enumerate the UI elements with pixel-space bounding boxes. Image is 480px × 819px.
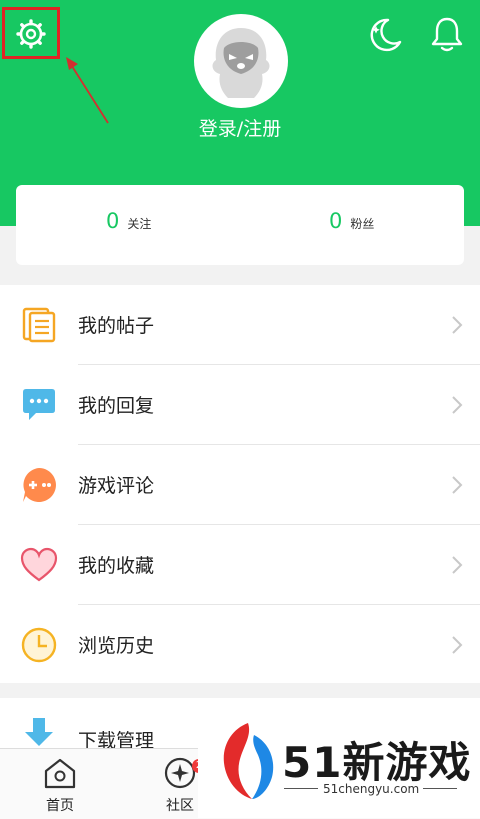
clock-icon xyxy=(21,627,57,663)
watermark: 51新游戏 51chengyu.com xyxy=(198,699,480,818)
menu-item-label: 游戏评论 xyxy=(78,475,155,497)
following-count: 0 xyxy=(106,209,120,233)
watermark-url: 51chengyu.com xyxy=(323,782,420,796)
heart-icon xyxy=(20,547,58,582)
menu-item-my-favorites[interactable]: 我的收藏 xyxy=(0,525,480,605)
avatar[interactable] xyxy=(194,14,288,108)
watermark-rule xyxy=(284,788,318,789)
settings-button[interactable] xyxy=(2,7,60,59)
posts-icon xyxy=(22,307,56,343)
menu-item-browse-history[interactable]: 浏览历史 xyxy=(0,605,480,685)
chevron-right-icon xyxy=(452,556,463,574)
chevron-right-icon xyxy=(452,396,463,414)
reply-icon xyxy=(23,389,55,420)
menu-item-my-posts[interactable]: 我的帖子 xyxy=(0,285,480,365)
chevron-right-icon xyxy=(452,476,463,494)
tab-home[interactable]: 首页 xyxy=(30,757,90,815)
menu-item-label: 我的收藏 xyxy=(78,555,155,577)
moon-icon[interactable] xyxy=(366,16,404,54)
watermark-logo xyxy=(223,723,274,799)
menu-item-game-reviews[interactable]: 游戏评论 xyxy=(0,445,480,525)
followers-stat[interactable]: 0 粉丝 xyxy=(329,209,374,233)
chevron-right-icon xyxy=(452,636,463,654)
bell-icon[interactable] xyxy=(427,14,467,54)
following-label: 关注 xyxy=(127,217,152,231)
menu-item-label: 我的帖子 xyxy=(78,315,155,337)
menu-item-label: 我的回复 xyxy=(78,395,155,417)
default-avatar-icon xyxy=(212,28,270,98)
followers-label: 粉丝 xyxy=(350,217,375,231)
menu-item-label: 浏览历史 xyxy=(78,635,155,657)
chevron-right-icon xyxy=(452,316,463,334)
watermark-brand: 51新游戏 xyxy=(282,738,472,787)
gear-icon xyxy=(16,19,46,49)
stats-card: 0 关注 0 粉丝 xyxy=(16,185,464,265)
login-register-link[interactable]: 登录/注册 xyxy=(0,114,480,141)
following-stat[interactable]: 0 关注 xyxy=(106,209,151,233)
home-icon xyxy=(44,758,76,789)
followers-count: 0 xyxy=(329,209,343,233)
tab-label: 首页 xyxy=(46,798,74,814)
menu-list: 我的帖子 我的回复 游戏评论 我的收藏 浏览历史 xyxy=(0,285,480,683)
menu-item-my-replies[interactable]: 我的回复 xyxy=(0,365,480,445)
gamepad-icon xyxy=(23,468,56,502)
watermark-rule xyxy=(423,788,457,789)
